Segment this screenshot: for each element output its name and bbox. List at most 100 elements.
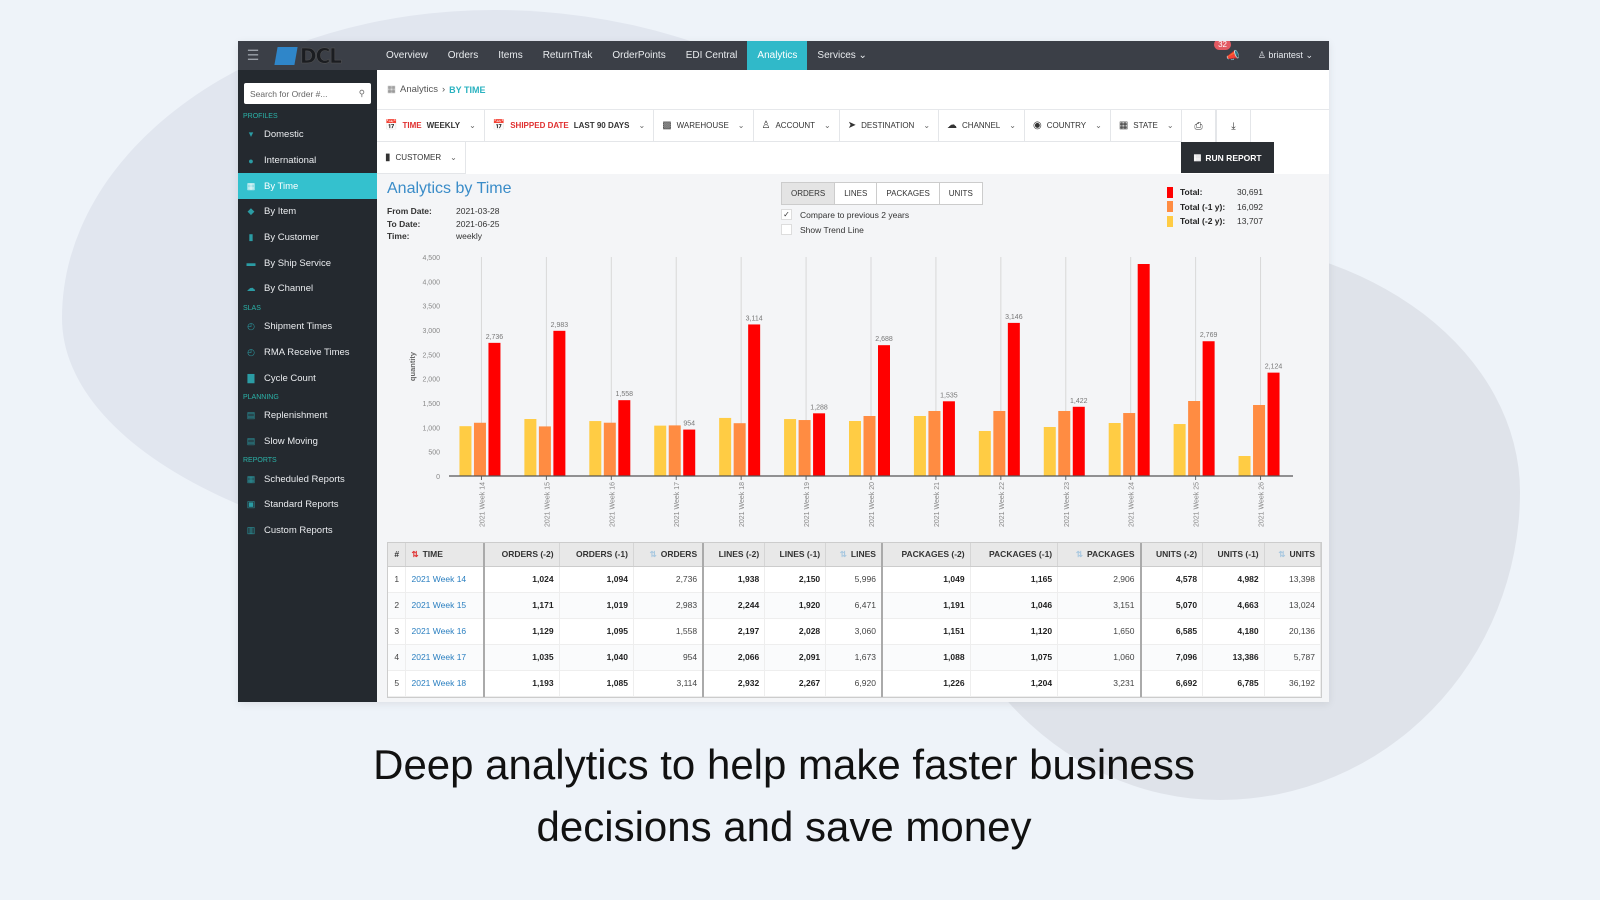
breadcrumb-analytics[interactable]: Analytics — [400, 84, 438, 95]
notifications-button[interactable]: 32 📣 — [1214, 41, 1240, 62]
download-button[interactable]: ⤓ — [1216, 110, 1251, 142]
sort-icon[interactable]: ⇅ — [1278, 549, 1285, 559]
sidebar-item-replenishment[interactable]: ▤ Replenishment — [238, 403, 377, 429]
data-label: 1,558 — [616, 391, 634, 398]
sidebar-item-by-customer[interactable]: ▮ By Customer — [238, 225, 377, 251]
data-label: 3,114 — [746, 315, 763, 322]
tab-lines[interactable]: LINES — [835, 183, 878, 204]
filter-customer[interactable]: ▮ CUSTOMER ⌄ — [377, 142, 466, 174]
sort-icon[interactable]: ⇅ — [1076, 549, 1083, 559]
bar-total-2-y — [784, 419, 797, 476]
nav-orderpoints[interactable]: OrderPoints — [602, 41, 675, 70]
data-label: 1,535 — [940, 392, 958, 399]
time-link[interactable]: 2021 Week 17 — [405, 644, 485, 671]
nav-orders[interactable]: Orders — [438, 41, 489, 70]
nav-items[interactable]: Items — [488, 41, 532, 70]
column-header-time[interactable]: ⇅ TIME — [405, 543, 485, 567]
compare-checkbox-row[interactable]: ✓ Compare to previous 2 years — [781, 207, 909, 222]
filter-country[interactable]: ◉ COUNTRY ⌄ — [1024, 110, 1111, 142]
nav-analytics[interactable]: Analytics — [747, 41, 808, 75]
column-header-packages-1[interactable]: PACKAGES (-1) — [970, 543, 1059, 567]
sidebar-item-standard-reports[interactable]: ▣ Standard Reports — [238, 492, 377, 518]
nav-edi-central[interactable]: EDI Central — [676, 41, 748, 70]
sort-icon[interactable]: ⇅ — [650, 549, 657, 559]
y-tick-label: 3,000 — [422, 328, 440, 335]
table-cell: 1,019 — [559, 592, 634, 619]
sidebar-item-by-time[interactable]: ▦ By Time — [238, 173, 377, 200]
bar-total — [748, 324, 761, 476]
column-header-units[interactable]: ⇅ UNITS — [1264, 543, 1322, 567]
trend-checkbox[interactable] — [781, 224, 792, 235]
user-icon: ♙ — [1257, 50, 1266, 60]
header-label: PACKAGES — [1086, 548, 1135, 559]
x-tick-label: 2021 Week 21 — [934, 482, 941, 527]
column-header-orders-1[interactable]: ORDERS (-1) — [559, 543, 634, 567]
column-header-orders-2[interactable]: ORDERS (-2) — [483, 543, 560, 567]
column-header-units-1[interactable]: UNITS (-1) — [1202, 543, 1265, 567]
time-link[interactable]: 2021 Week 15 — [405, 592, 485, 619]
sort-icon[interactable]: ⇅ — [411, 549, 418, 559]
tab-units[interactable]: UNITS — [940, 183, 982, 204]
sidebar-item-by-ship-service[interactable]: ▬ By Ship Service — [238, 250, 377, 276]
nav-returntrak[interactable]: ReturnTrak — [533, 41, 603, 70]
column-header-lines-1[interactable]: LINES (-1) — [764, 543, 827, 567]
filter-channel[interactable]: ☁ CHANNEL ⌄ — [939, 110, 1025, 142]
filter-warehouse[interactable]: ▩ WAREHOUSE ⌄ — [654, 110, 754, 142]
hamburger-menu-icon[interactable]: ☰ — [238, 41, 268, 70]
column-header-[interactable]: # — [388, 543, 407, 567]
time-link[interactable]: 2021 Week 14 — [405, 566, 485, 593]
compare-checkbox[interactable]: ✓ — [781, 209, 792, 220]
chart-options: ✓ Compare to previous 2 years Show Trend… — [781, 207, 909, 237]
sidebar-item-rma-receive-times[interactable]: ◴ RMA Receive Times — [238, 340, 377, 366]
table-cell: 5,996 — [825, 566, 883, 593]
column-header-packages[interactable]: ⇅ PACKAGES — [1057, 543, 1141, 567]
column-header-packages-2[interactable]: PACKAGES (-2) — [880, 543, 971, 567]
time-link[interactable]: 2021 Week 18 — [405, 670, 485, 697]
sidebar-item-domestic[interactable]: ▾ Domestic — [238, 122, 377, 148]
download-icon: ⤓ — [1231, 120, 1236, 132]
filter-state[interactable]: ▦ STATE ⌄ — [1110, 110, 1183, 142]
order-search-input[interactable]: Search for Order #... ⚲ — [244, 83, 371, 104]
search-icon[interactable]: ⚲ — [359, 88, 365, 99]
sidebar-item-label: International — [264, 155, 317, 167]
x-tick-label: 2021 Week 23 — [1064, 482, 1071, 527]
table-cell: 3,151 — [1057, 592, 1141, 619]
column-header-orders[interactable]: ⇅ ORDERS — [633, 543, 704, 567]
time-link[interactable]: 2021 Week 16 — [405, 618, 485, 645]
filter-destination[interactable]: ➤ DESTINATION ⌄ — [839, 110, 940, 142]
sidebar-item-scheduled-reports[interactable]: ▦ Scheduled Reports — [238, 466, 377, 492]
sort-icon[interactable]: ⇅ — [840, 549, 847, 559]
table-cell: 1,046 — [970, 592, 1059, 619]
nav-overview[interactable]: Overview — [376, 41, 438, 70]
print-icon: ⎙ — [1194, 120, 1203, 132]
run-report-button[interactable]: ▦ RUN REPORT — [1181, 142, 1274, 173]
data-table: # ⇅ TIME ORDERS (-2) ORDERS (-1) ⇅ ORDERS LINES… — [387, 542, 1322, 698]
table-cell: 1,673 — [825, 644, 883, 671]
print-button[interactable]: ⎙ — [1181, 110, 1216, 142]
bar-total-2-y — [1108, 423, 1121, 476]
filter-shipped-date[interactable]: 📅 SHIPPED DATE LAST 90 DAYS ⌄ — [484, 110, 655, 142]
column-header-units-2[interactable]: UNITS (-2) — [1139, 543, 1204, 567]
filter-account[interactable]: ♙ ACCOUNT ⌄ — [753, 110, 840, 142]
nav-services[interactable]: Services ⌄ — [807, 41, 877, 70]
sidebar-item-cycle-count[interactable]: ▇ Cycle Count — [238, 365, 377, 391]
table-cell: 1,035 — [483, 644, 560, 671]
sidebar-item-custom-reports[interactable]: ▥ Custom Reports — [238, 518, 377, 544]
sidebar-item-by-item[interactable]: ◆ By Item — [238, 199, 377, 225]
filter-time[interactable]: 📅 TIME WEEKLY ⌄ — [377, 110, 485, 142]
sidebar-item-shipment-times[interactable]: ◴ Shipment Times — [238, 314, 377, 340]
x-tick-label: 2021 Week 22 — [999, 482, 1006, 527]
sidebar-item-international[interactable]: ● International — [238, 148, 377, 174]
column-header-lines[interactable]: ⇅ LINES — [825, 543, 883, 567]
column-header-lines-2[interactable]: LINES (-2) — [702, 543, 766, 567]
tab-packages[interactable]: PACKAGES — [877, 183, 940, 204]
header-label: UNITS — [1289, 548, 1316, 559]
trend-checkbox-row[interactable]: Show Trend Line — [781, 222, 909, 237]
sidebar-item-by-channel[interactable]: ☁ By Channel — [238, 276, 377, 302]
user-menu[interactable]: ♙ briantest ⌄ — [1258, 50, 1313, 61]
sidebar-item-slow-moving[interactable]: ▤ Slow Moving — [238, 429, 377, 455]
data-label: 2,736 — [486, 334, 504, 341]
logo[interactable]: DCL — [268, 43, 376, 68]
tab-orders[interactable]: ORDERS — [782, 183, 836, 204]
table-cell: 1,024 — [483, 566, 560, 593]
